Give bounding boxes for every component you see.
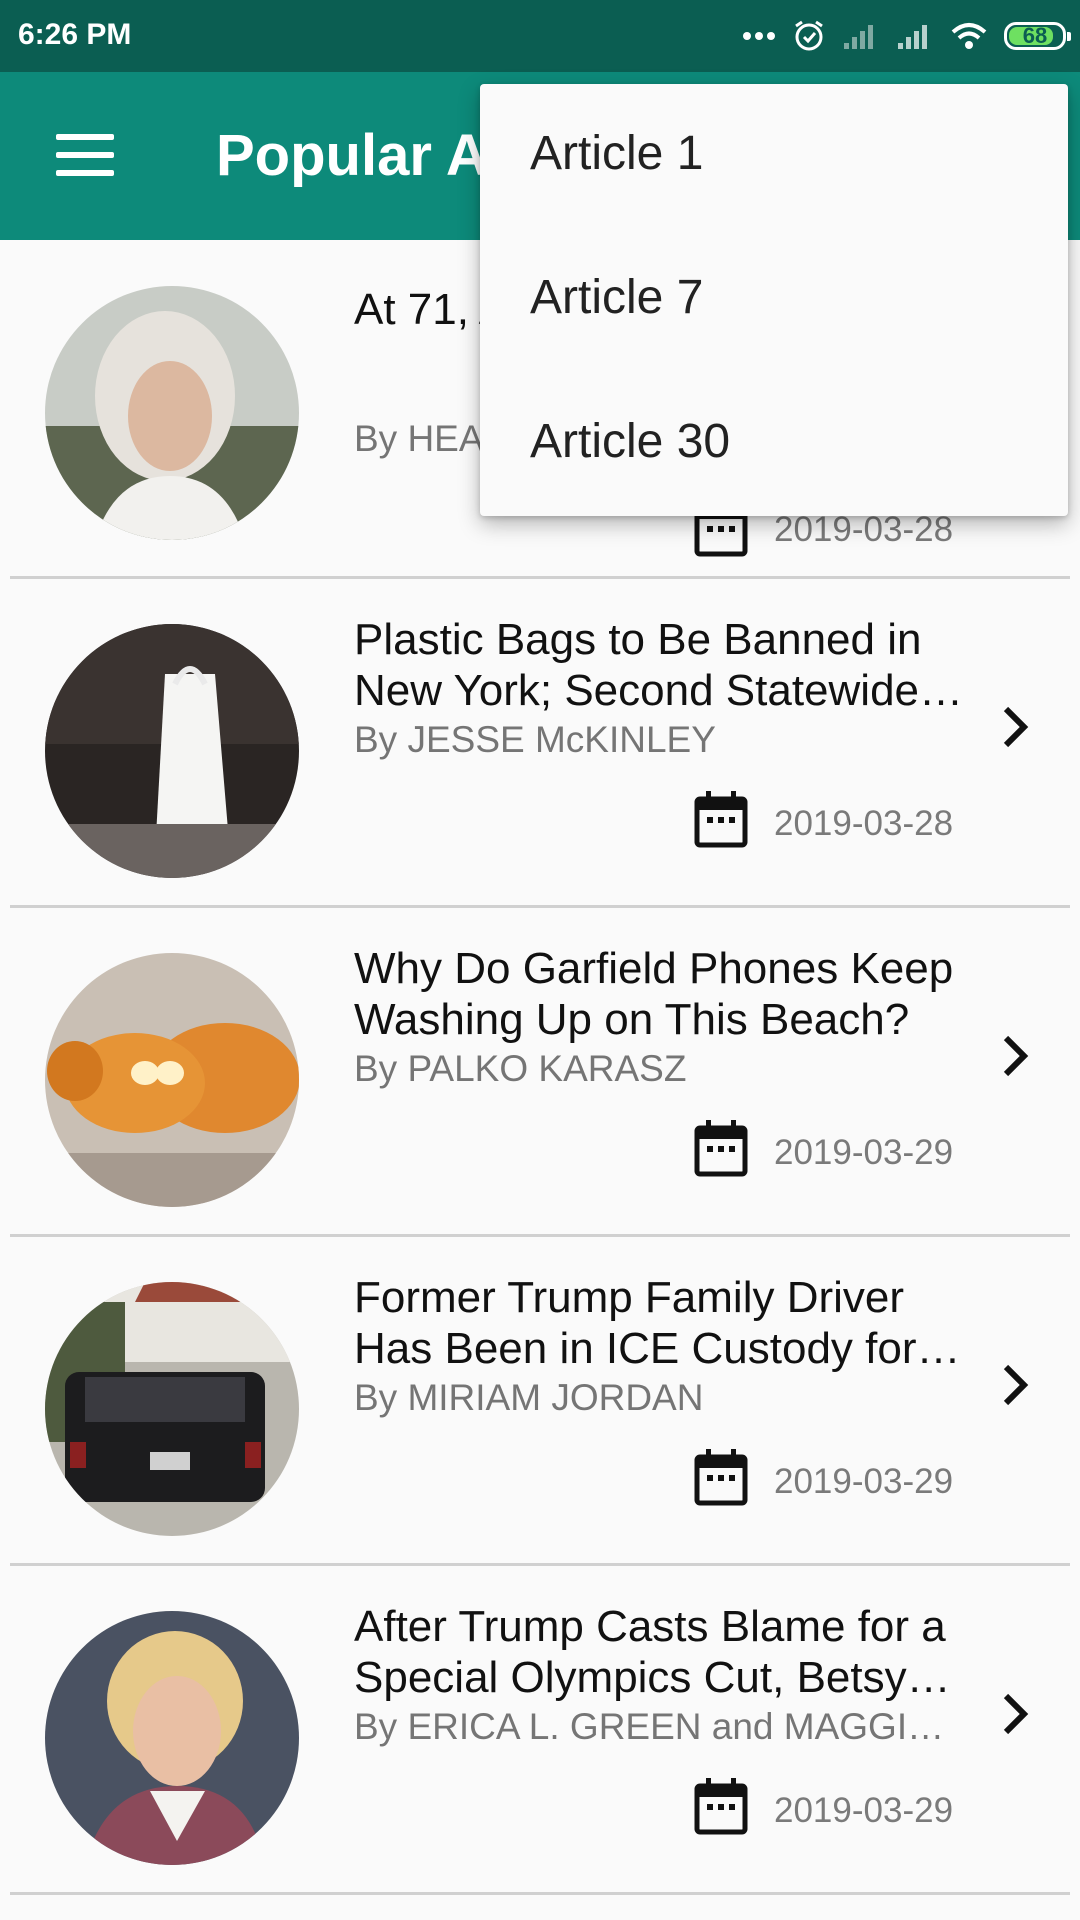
- article-thumbnail: [45, 286, 299, 540]
- chevron-right-icon: [1003, 1693, 1029, 1735]
- article-title: Former Trump Family Driver Has Been in I…: [354, 1273, 917, 1373]
- article-row[interactable]: Plastic Bags to Be Banned in New York; S…: [10, 579, 1070, 908]
- calendar-icon: [694, 1778, 748, 1835]
- calendar-icon: [694, 1449, 748, 1506]
- status-bar: 6:26 PM 68: [0, 0, 1080, 72]
- article-thumbnail: [45, 1282, 299, 1536]
- article-thumbnail: [45, 953, 299, 1207]
- signal-icon: [898, 25, 927, 49]
- battery-level: 68: [1022, 23, 1048, 48]
- article-title: Plastic Bags to Be Banned in New York; S…: [354, 615, 922, 715]
- article-thumbnail: [45, 624, 299, 878]
- chevron-right-icon: [1003, 706, 1029, 748]
- article-byline: By MIRIAM JORDAN: [354, 1377, 704, 1418]
- overflow-menu: Article 1 Article 7 Article 30: [480, 84, 1068, 516]
- article-byline: By ERICA L. GREEN and MAGGIE HABERMAN: [354, 1706, 954, 1747]
- battery-icon: 68: [1004, 22, 1071, 50]
- article-thumbnail: [45, 1611, 299, 1865]
- article-row[interactable]: After Trump Casts Blame for a Special Ol…: [10, 1566, 1070, 1895]
- article-date: 2019-03-29: [774, 1791, 954, 1830]
- menu-item-article-7[interactable]: Article 7: [530, 270, 703, 325]
- menu-item-article-1[interactable]: Article 1: [530, 126, 703, 181]
- menu-item-article-30[interactable]: Article 30: [530, 414, 730, 469]
- calendar-icon: [694, 1120, 748, 1177]
- hamburger-menu-icon[interactable]: [40, 112, 128, 200]
- calendar-icon: [694, 791, 748, 848]
- status-time: 6:26 PM: [18, 18, 132, 51]
- article-row[interactable]: Former Trump Family Driver Has Been in I…: [10, 1237, 1070, 1566]
- article-byline: By PALKO KARASZ: [354, 1048, 687, 1089]
- chevron-right-icon: [1003, 1364, 1029, 1406]
- wifi-icon: [951, 23, 987, 49]
- article-title: Why Do Garfield Phones Keep Washing Up o…: [354, 944, 954, 1044]
- article-date: 2019-03-29: [774, 1133, 954, 1172]
- alarm-icon: [795, 20, 823, 51]
- chevron-right-icon: [1003, 1035, 1029, 1077]
- article-byline: By JESSE McKINLEY: [354, 719, 716, 760]
- more-dots-icon: [743, 32, 775, 40]
- status-icons: 68: [742, 16, 1071, 56]
- article-date: 2019-03-28: [774, 510, 954, 549]
- article-title: After Trump Casts Blame for a Special Ol…: [354, 1602, 946, 1702]
- signal-icon: [844, 25, 873, 49]
- article-row[interactable]: Why Do Garfield Phones Keep Washing Up o…: [10, 908, 1070, 1237]
- article-date: 2019-03-29: [774, 1462, 954, 1501]
- article-date: 2019-03-28: [774, 804, 954, 843]
